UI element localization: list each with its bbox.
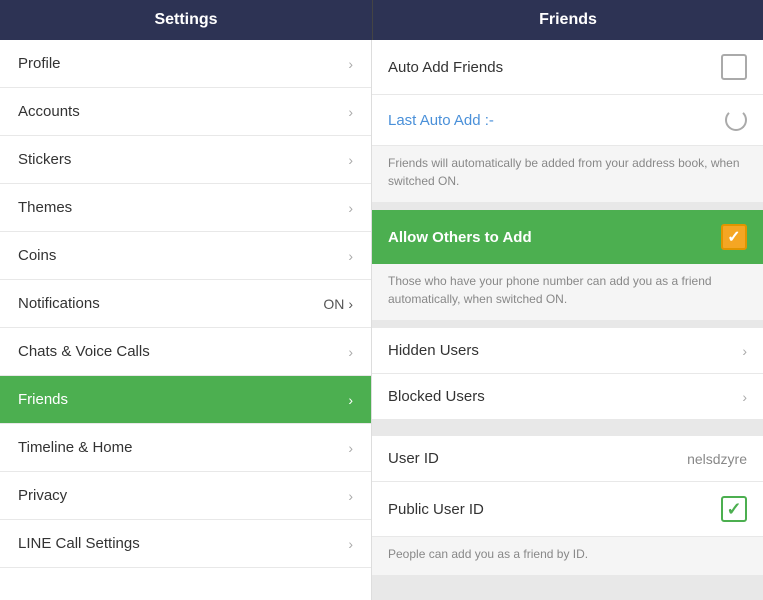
sidebar-item-privacy[interactable]: Privacy › xyxy=(0,472,371,520)
hidden-users-label: Hidden Users xyxy=(388,342,479,359)
coins-label: Coins xyxy=(18,247,56,264)
themes-chevron-icon: › xyxy=(348,200,353,216)
chats-label: Chats & Voice Calls xyxy=(18,343,150,360)
friends-title: Friends xyxy=(539,11,597,29)
coins-chevron-icon: › xyxy=(348,248,353,264)
hidden-users-chevron-icon: › xyxy=(742,343,747,359)
sidebar-item-timeline[interactable]: Timeline & Home › xyxy=(0,424,371,472)
hidden-users-row[interactable]: Hidden Users › xyxy=(372,328,763,374)
allow-others-description: Those who have your phone number can add… xyxy=(388,274,712,306)
public-user-id-checkbox[interactable] xyxy=(721,496,747,522)
auto-add-description-row: Friends will automatically be added from… xyxy=(372,146,763,202)
accounts-chevron-icon: › xyxy=(348,104,353,120)
last-auto-add-label: Last Auto Add :- xyxy=(388,112,494,129)
allow-others-description-row: Those who have your phone number can add… xyxy=(372,264,763,320)
profile-label: Profile xyxy=(18,55,61,72)
allow-others-section: Allow Others to Add Those who have your … xyxy=(372,210,763,320)
timeline-chevron-icon: › xyxy=(348,440,353,456)
user-id-section: User ID nelsdzyre Public User ID People … xyxy=(372,436,763,575)
auto-add-label: Auto Add Friends xyxy=(388,59,503,76)
auto-add-description: Friends will automatically be added from… xyxy=(388,156,740,188)
notifications-badge-area: ON › xyxy=(323,296,353,312)
sidebar-item-themes[interactable]: Themes › xyxy=(0,184,371,232)
sidebar-item-notifications[interactable]: Notifications ON › xyxy=(0,280,371,328)
friends-label: Friends xyxy=(18,391,68,408)
last-auto-add-row: Last Auto Add :- xyxy=(372,95,763,146)
privacy-chevron-icon: › xyxy=(348,488,353,504)
sidebar-item-line-call[interactable]: LINE Call Settings › xyxy=(0,520,371,568)
user-id-value: nelsdzyre xyxy=(687,451,747,467)
profile-chevron-icon: › xyxy=(348,56,353,72)
sidebar-item-friends[interactable]: Friends › xyxy=(0,376,371,424)
accounts-label: Accounts xyxy=(18,103,80,120)
notifications-label: Notifications xyxy=(18,295,100,312)
auto-add-checkbox[interactable] xyxy=(721,54,747,80)
public-user-id-description-row: People can add you as a friend by ID. xyxy=(372,537,763,575)
section-gap xyxy=(372,428,763,436)
user-id-label: User ID xyxy=(388,450,439,467)
blocked-users-label: Blocked Users xyxy=(388,388,485,405)
privacy-label: Privacy xyxy=(18,487,67,504)
stickers-label: Stickers xyxy=(18,151,71,168)
sidebar-item-stickers[interactable]: Stickers › xyxy=(0,136,371,184)
timeline-label: Timeline & Home xyxy=(18,439,132,456)
allow-others-checkbox[interactable] xyxy=(721,224,747,250)
settings-title: Settings xyxy=(154,11,217,29)
line-call-chevron-icon: › xyxy=(348,536,353,552)
blocked-users-row[interactable]: Blocked Users › xyxy=(372,374,763,420)
chats-chevron-icon: › xyxy=(348,344,353,360)
sidebar-item-profile[interactable]: Profile › xyxy=(0,40,371,88)
public-user-id-label: Public User ID xyxy=(388,501,484,518)
stickers-chevron-icon: › xyxy=(348,152,353,168)
notifications-chevron-icon: › xyxy=(348,296,353,312)
settings-menu: Profile › Accounts › Stickers › Themes ›… xyxy=(0,40,372,600)
auto-add-section: Auto Add Friends Last Auto Add :- Friend… xyxy=(372,40,763,202)
themes-label: Themes xyxy=(18,199,72,216)
refresh-icon[interactable] xyxy=(725,109,747,131)
allow-others-row[interactable]: Allow Others to Add xyxy=(372,210,763,264)
user-id-row: User ID nelsdzyre xyxy=(372,436,763,482)
users-section: Hidden Users › Blocked Users › xyxy=(372,328,763,420)
allow-others-label: Allow Others to Add xyxy=(388,229,532,246)
friends-chevron-icon: › xyxy=(348,392,353,408)
auto-add-row[interactable]: Auto Add Friends xyxy=(372,40,763,95)
sidebar-item-chats[interactable]: Chats & Voice Calls › xyxy=(0,328,371,376)
sidebar-item-coins[interactable]: Coins › xyxy=(0,232,371,280)
public-user-id-row[interactable]: Public User ID xyxy=(372,482,763,537)
line-call-label: LINE Call Settings xyxy=(18,535,140,552)
friends-settings-panel: Auto Add Friends Last Auto Add :- Friend… xyxy=(372,40,763,600)
sidebar-item-accounts[interactable]: Accounts › xyxy=(0,88,371,136)
notifications-status: ON xyxy=(323,296,344,312)
public-user-id-description: People can add you as a friend by ID. xyxy=(388,547,588,561)
blocked-users-chevron-icon: › xyxy=(742,389,747,405)
